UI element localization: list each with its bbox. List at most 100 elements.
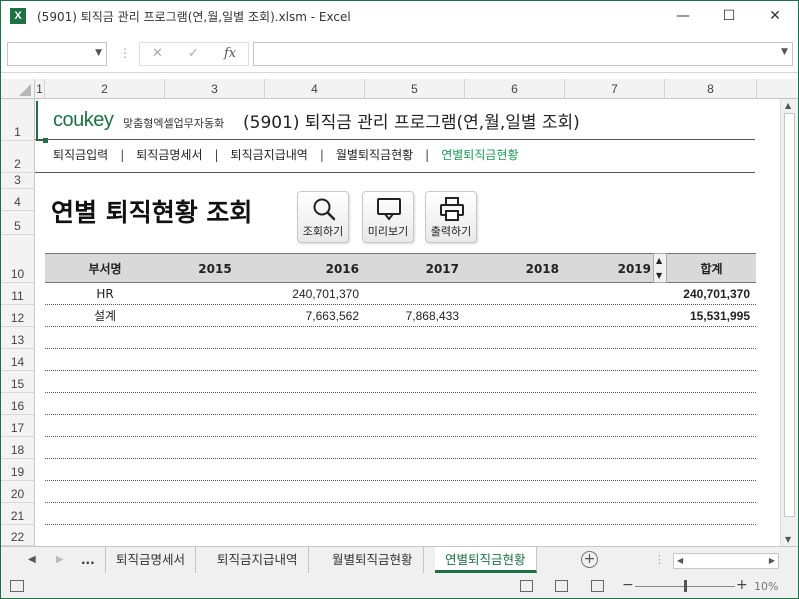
- cell-2017[interactable]: [365, 371, 459, 392]
- cell-total[interactable]: [667, 415, 750, 436]
- cell-2018[interactable]: [465, 481, 559, 502]
- table-row[interactable]: [45, 371, 756, 393]
- row-header[interactable]: 12: [1, 305, 35, 327]
- cell-2019[interactable]: [565, 283, 651, 304]
- cell-dept[interactable]: [45, 349, 165, 370]
- spin-down-icon[interactable]: ▼: [656, 271, 662, 280]
- cell-2015[interactable]: [165, 415, 259, 436]
- tab-monthly-status[interactable]: 월별퇴직금현황: [322, 547, 424, 573]
- cell-2015[interactable]: [165, 393, 259, 414]
- cell-2019[interactable]: [565, 437, 651, 458]
- cell-total[interactable]: 15,531,995: [667, 305, 750, 326]
- cell-2018[interactable]: [465, 459, 559, 480]
- cell-total[interactable]: 240,701,370: [667, 283, 750, 304]
- splitter-icon[interactable]: ⋮: [654, 553, 665, 566]
- cell-2019[interactable]: [565, 415, 651, 436]
- column-header[interactable]: 4: [265, 79, 365, 99]
- enter-icon[interactable]: ✓: [188, 46, 199, 61]
- cell-total[interactable]: [667, 393, 750, 414]
- worksheet[interactable]: coukey 맞춤형엑셀업무자동화 (5901) 퇴직금 관리 프로그램(연,월…: [35, 99, 780, 546]
- table-row[interactable]: [45, 459, 756, 481]
- cell-2016[interactable]: [265, 327, 359, 348]
- page-break-view-icon[interactable]: [591, 580, 604, 592]
- cell-2015[interactable]: [165, 437, 259, 458]
- nav-item-payment-history[interactable]: 퇴직금지급내역: [231, 146, 308, 163]
- tab-yearly-status[interactable]: 연별퇴직금현황: [435, 547, 537, 573]
- cell-2015[interactable]: [165, 371, 259, 392]
- nav-item-statement[interactable]: 퇴직금명세서: [136, 146, 202, 163]
- column-header[interactable]: 6: [465, 79, 565, 99]
- row-header[interactable]: 19: [1, 459, 35, 481]
- cell-2015[interactable]: [165, 283, 259, 304]
- cell-2018[interactable]: [465, 415, 559, 436]
- cell-2018[interactable]: [465, 305, 559, 326]
- cell-dept[interactable]: 설계: [45, 305, 165, 326]
- row-header[interactable]: 10: [1, 235, 35, 283]
- table-row[interactable]: [45, 503, 756, 525]
- row-header[interactable]: 16: [1, 393, 35, 415]
- cell-2019[interactable]: [565, 393, 651, 414]
- cell-2017[interactable]: [365, 283, 459, 304]
- macro-icon[interactable]: [10, 580, 24, 592]
- row-header[interactable]: 18: [1, 437, 35, 459]
- cell-total[interactable]: [667, 459, 750, 480]
- tab-next-icon[interactable]: ▶: [56, 554, 64, 565]
- more-sheets-button[interactable]: ...: [81, 547, 95, 573]
- cell-2018[interactable]: [465, 283, 559, 304]
- cell-dept[interactable]: [45, 525, 165, 546]
- cell-2019[interactable]: [565, 371, 651, 392]
- cell-2016[interactable]: [265, 415, 359, 436]
- row-header[interactable]: 5: [1, 211, 35, 235]
- cell-2015[interactable]: [165, 481, 259, 502]
- cell-total[interactable]: [667, 481, 750, 502]
- cell-2016[interactable]: [265, 481, 359, 502]
- cell-2016[interactable]: 240,701,370: [265, 283, 359, 304]
- cell-dept[interactable]: [45, 371, 165, 392]
- zoom-in-button[interactable]: +: [736, 577, 748, 593]
- cell-2015[interactable]: [165, 525, 259, 546]
- zoom-slider-thumb[interactable]: [684, 580, 687, 592]
- expand-formula-icon[interactable]: ▼: [781, 47, 794, 57]
- column-header[interactable]: 2: [45, 79, 165, 99]
- cell-2016[interactable]: [265, 525, 359, 546]
- search-button[interactable]: 조회하기: [297, 191, 349, 243]
- page-layout-view-icon[interactable]: [555, 580, 568, 592]
- cell-2018[interactable]: [465, 371, 559, 392]
- cell-2017[interactable]: [365, 327, 459, 348]
- table-row[interactable]: [45, 437, 756, 459]
- cell-total[interactable]: [667, 437, 750, 458]
- table-row[interactable]: [45, 481, 756, 503]
- select-all-button[interactable]: [1, 79, 35, 99]
- row-header[interactable]: 2: [1, 141, 35, 173]
- formula-input[interactable]: [253, 42, 793, 66]
- tab-payment-history[interactable]: 퇴직금지급내역: [207, 547, 309, 573]
- cell-total[interactable]: [667, 327, 750, 348]
- cell-2019[interactable]: [565, 349, 651, 370]
- row-header[interactable]: 3: [1, 173, 35, 189]
- row-header[interactable]: 20: [1, 481, 35, 503]
- row-header[interactable]: 11: [1, 283, 35, 305]
- cell-dept[interactable]: [45, 503, 165, 524]
- cell-2018[interactable]: [465, 437, 559, 458]
- cell-2017[interactable]: [365, 393, 459, 414]
- cell-total[interactable]: [667, 525, 750, 546]
- cell-total[interactable]: [667, 371, 750, 392]
- vertical-scrollbar[interactable]: ▲ ▼: [780, 99, 798, 546]
- scroll-left-icon[interactable]: ◀: [677, 556, 683, 565]
- cell-dept[interactable]: HR: [45, 283, 165, 304]
- cell-2019[interactable]: [565, 305, 651, 326]
- year-spinner[interactable]: ▲ ▼: [653, 253, 667, 283]
- scroll-down-icon[interactable]: ▼: [785, 535, 791, 544]
- spin-up-icon[interactable]: ▲: [656, 256, 662, 265]
- cell-2017[interactable]: 7,868,433: [365, 305, 459, 326]
- zoom-level[interactable]: 10%: [754, 580, 778, 593]
- cell-2016[interactable]: [265, 371, 359, 392]
- preview-button[interactable]: 미리보기: [362, 191, 414, 243]
- chevron-down-icon[interactable]: ▼: [95, 48, 102, 58]
- cell-2015[interactable]: [165, 459, 259, 480]
- table-row[interactable]: HR 240,701,370 240,701,370: [45, 283, 756, 305]
- cell-2019[interactable]: [565, 327, 651, 348]
- normal-view-icon[interactable]: [520, 580, 533, 592]
- cell-2018[interactable]: [465, 393, 559, 414]
- zoom-out-button[interactable]: −: [622, 577, 634, 593]
